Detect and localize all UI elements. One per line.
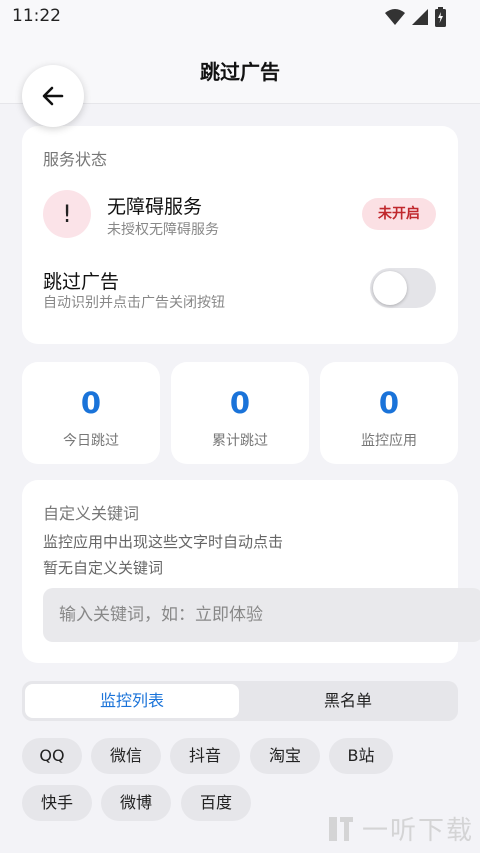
warning-glyph: !: [62, 200, 72, 228]
app-chip-weibo[interactable]: 微博: [101, 785, 171, 821]
back-button[interactable]: [22, 65, 84, 127]
accessibility-title: 无障碍服务: [107, 196, 203, 218]
status-badge[interactable]: 未开启: [362, 198, 436, 230]
tab-blacklist[interactable]: 黑名单: [241, 684, 455, 718]
stat-today-value: 0: [80, 386, 102, 420]
stat-apps-value: 0: [378, 386, 400, 420]
app-chip-wechat[interactable]: 微信: [91, 738, 161, 774]
skip-ads-subtitle: 自动识别并点击广告关闭按钮: [43, 295, 225, 311]
wifi-icon: [385, 9, 405, 25]
status-bar: 11:22: [0, 0, 480, 34]
stat-apps-card: 0 监控应用: [320, 362, 458, 464]
keyword-card: 自定义关键词 监控应用中出现这些文字时自动点击 暂无自定义关键词: [22, 480, 480, 663]
status-time: 11:22: [12, 6, 61, 26]
service-section-title: 服务状态: [43, 150, 108, 169]
toggle-knob: [373, 271, 407, 305]
app-chip-kuaishou[interactable]: 快手: [22, 785, 92, 821]
stat-total-label: 累计跳过: [212, 433, 268, 449]
skip-ads-title: 跳过广告: [43, 271, 120, 293]
service-status-card: 服务状态 ! 无障碍服务 未授权无障碍服务 未开启 跳过广告 自动识别并点击广告…: [22, 126, 458, 344]
keyword-description: 监控应用中出现这些文字时自动点击: [43, 533, 284, 551]
app-chip-qq[interactable]: QQ: [22, 738, 82, 774]
battery-icon: [435, 7, 446, 27]
watermark: 一听下载: [326, 810, 474, 847]
watermark-text: 一听下载: [361, 816, 474, 846]
app-chip-baidu[interactable]: 百度: [181, 785, 251, 821]
app-chip-taobao[interactable]: 淘宝: [250, 738, 320, 774]
status-icons: [385, 7, 446, 27]
app-chip-bilibili[interactable]: B站: [329, 738, 393, 774]
skip-ads-toggle[interactable]: [370, 268, 436, 308]
app-chip-douyin[interactable]: 抖音: [170, 738, 240, 774]
warning-icon: !: [43, 190, 91, 238]
stat-total-value: 0: [229, 386, 251, 420]
stat-apps-label: 监控应用: [361, 433, 417, 449]
keyword-empty-text: 暂无自定义关键词: [43, 559, 164, 577]
keyword-input[interactable]: [43, 588, 480, 642]
signal-icon: [412, 9, 428, 25]
accessibility-subtitle: 未授权无障碍服务: [107, 222, 219, 238]
list-tabs: 监控列表 黑名单: [22, 681, 458, 721]
stat-today-label: 今日跳过: [63, 433, 119, 449]
stat-today-card: 0 今日跳过: [22, 362, 160, 464]
watermark-logo-icon: [328, 816, 353, 841]
keyword-title: 自定义关键词: [43, 504, 140, 523]
arrow-left-icon: [42, 86, 64, 106]
tab-monitor-list[interactable]: 监控列表: [25, 684, 239, 718]
stat-total-card: 0 累计跳过: [171, 362, 309, 464]
